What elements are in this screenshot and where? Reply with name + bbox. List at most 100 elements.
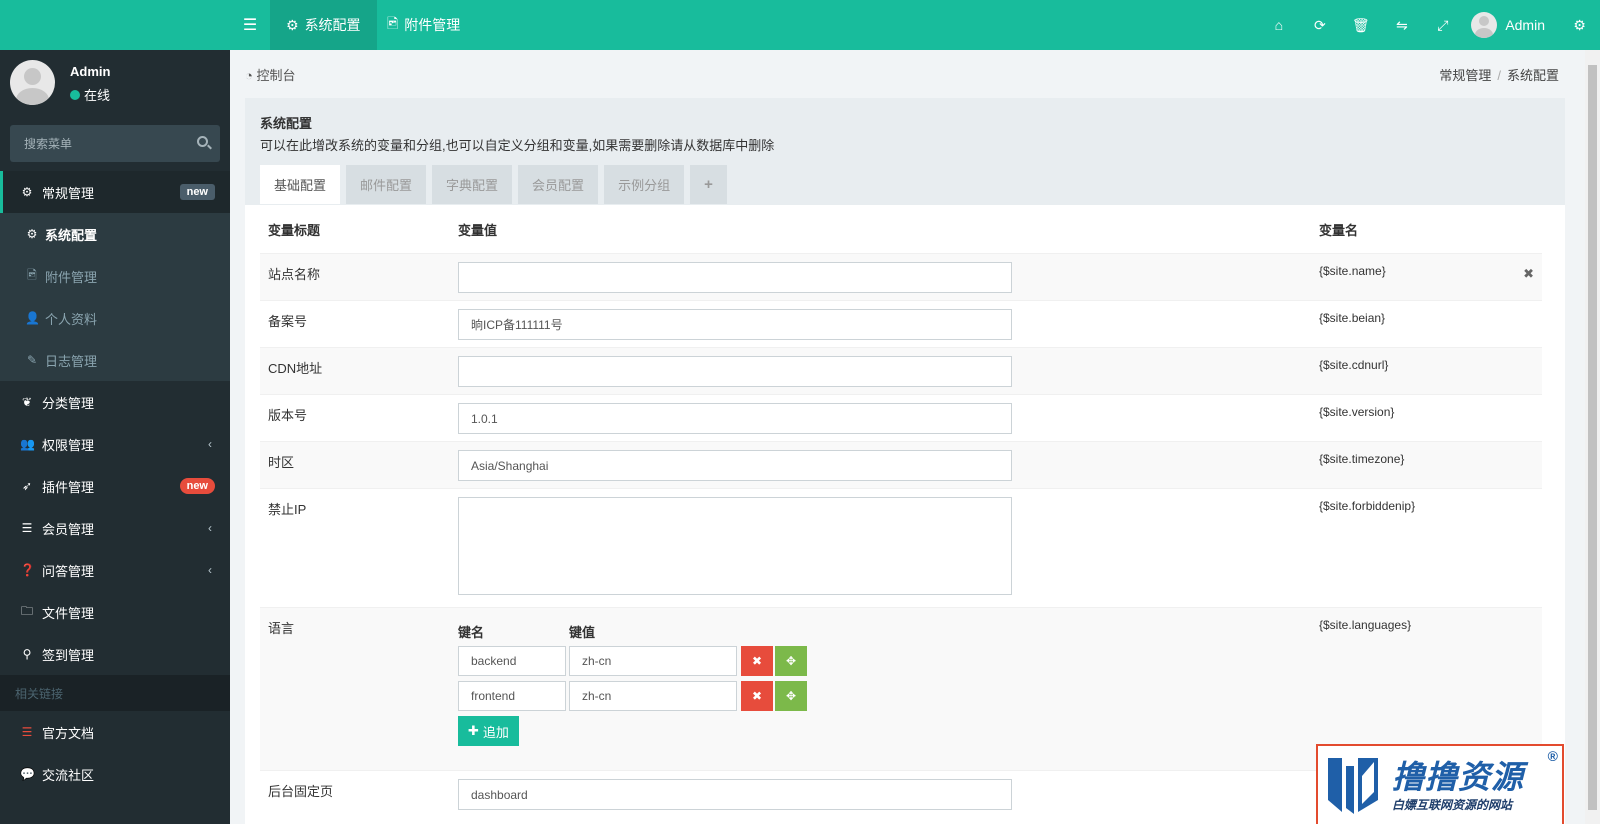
sidebar-item-label: 官方文档 — [42, 725, 95, 741]
sidebar-item-label: 权限管理 — [42, 437, 95, 453]
menu-search-input[interactable] — [10, 125, 180, 162]
sidebar-item-label: 会员管理 — [42, 521, 95, 537]
user-icon: 👤 — [25, 311, 40, 325]
map-marker-icon: ⚲ — [22, 647, 32, 661]
gear-icon: ⚙ — [286, 16, 299, 33]
drag-handle-button[interactable]: ✥ — [775, 681, 807, 711]
config-panel: 系统配置 可以在此增改系统的变量和分组,也可以自定义分组和变量,如果需要删除请从… — [245, 98, 1565, 824]
sidebar-toggle-icon[interactable]: ☰ — [230, 0, 270, 50]
pencil-icon: ✎ — [26, 353, 38, 367]
group-icon: 👥 — [20, 437, 35, 451]
plus-icon: ✚ — [468, 723, 479, 738]
home-icon[interactable]: ⌂ — [1258, 17, 1299, 33]
row-variable: {$site.version} — [1319, 405, 1395, 419]
navbar-right: ⌂ ⟳ 🗑 ⇋ ⤢ Admin ⚙ — [1258, 0, 1600, 50]
fixed-page-input[interactable]: dashboard — [458, 779, 1012, 810]
key-header: 键名 — [458, 625, 485, 640]
cogs-icon: ⚙ — [21, 185, 33, 199]
main-content: ◔ 控制台 常规管理 / 系统配置 系统配置 可以在此增改系统的变量和分组,也可以自… — [230, 50, 1585, 824]
top-navbar: ☰ ⚙ 系统配置 🖻 附件管理 ⌂ ⟳ 🗑 ⇋ ⤢ Admin ⚙ — [230, 0, 1600, 50]
navbar-user-menu[interactable]: Admin — [1463, 12, 1559, 38]
table-row: 站点名称 {$site.name} ✖ — [260, 253, 1542, 300]
folder-icon: 🗀 — [20, 603, 33, 618]
cdn-url-input[interactable] — [458, 356, 1012, 387]
links-header: 相关链接 — [0, 675, 230, 711]
user-status-label: 在线 — [84, 88, 111, 103]
sidebar-item-attachments[interactable]: 🖻 附件管理 — [0, 255, 230, 297]
tab-basic[interactable]: 基础配置 — [260, 165, 341, 204]
table-row: CDN地址 {$site.cdnurl} — [260, 347, 1542, 394]
translate-icon[interactable]: ⇋ — [1381, 17, 1422, 34]
sidebar-item-system-config[interactable]: ⚙ 系统配置 — [0, 213, 230, 255]
table-header: 变量标题 变量值 变量名 — [260, 205, 1542, 253]
table-row: 禁止IP {$site.forbiddenip} — [260, 488, 1542, 607]
timezone-input[interactable]: Asia/Shanghai — [458, 450, 1012, 481]
sidebar-item-general[interactable]: ⚙ 常规管理 new — [0, 171, 230, 213]
online-dot-icon — [70, 89, 80, 100]
remove-pair-button[interactable]: ✖ — [741, 681, 773, 711]
row-variable: {$site.timezone} — [1319, 452, 1405, 466]
brand-logo-area[interactable] — [0, 0, 230, 50]
breadcrumb-item[interactable]: 常规管理 — [1439, 68, 1491, 83]
sidebar-item-files[interactable]: 🗀 文件管理 — [0, 591, 230, 633]
tab-attachments[interactable]: 🖻 附件管理 — [371, 0, 476, 50]
append-pair-button[interactable]: ✚ 追加 — [458, 716, 519, 746]
version-input[interactable]: 1.0.1 — [458, 403, 1012, 434]
tab-dictionary[interactable]: 字典配置 — [432, 165, 513, 204]
row-label: 备案号 — [268, 314, 308, 329]
sidebar-item-profile[interactable]: 👤 个人资料 — [0, 297, 230, 339]
forbidden-ip-textarea[interactable] — [458, 497, 1012, 595]
sidebar-item-qa[interactable]: ❓ 问答管理 ‹ — [0, 549, 230, 591]
value-header: 键值 — [569, 625, 596, 640]
cogs-icon[interactable]: ⚙ — [1559, 17, 1600, 34]
row-label: 后台固定页 — [268, 784, 334, 799]
sidebar-item-label: 签到管理 — [42, 647, 95, 663]
fullscreen-icon[interactable]: ⤢ — [1422, 17, 1463, 34]
page-scrollbar[interactable] — [1585, 50, 1600, 824]
tab-system-config[interactable]: ⚙ 系统配置 — [270, 0, 377, 50]
sidebar-item-auth[interactable]: 👥 权限管理 ‹ — [0, 423, 230, 465]
registered-mark: ® — [1547, 748, 1558, 764]
file-image-icon: 🖻 — [387, 15, 399, 31]
language-key-input[interactable]: frontend — [458, 681, 566, 711]
sidebar-item-docs[interactable]: ☰ 官方文档 — [0, 711, 230, 753]
delete-icon[interactable]: ✖ — [1523, 266, 1534, 282]
breadcrumb-home[interactable]: ◔ 控制台 — [245, 65, 295, 84]
beian-input[interactable]: 晌ICP备111111号 — [458, 309, 1012, 340]
row-label: 禁止IP — [268, 502, 307, 517]
sidebar-item-community[interactable]: 💬 交流社区 — [0, 753, 230, 795]
tab-email[interactable]: 邮件配置 — [346, 165, 427, 204]
row-label: 版本号 — [268, 408, 308, 423]
refresh-icon[interactable]: ⟳ — [1299, 17, 1340, 34]
sidebar-item-logs[interactable]: ✎ 日志管理 — [0, 339, 230, 381]
row-variable: {$site.languages} — [1319, 618, 1412, 632]
user-name: Admin — [70, 64, 111, 79]
column-header: 变量标题 — [268, 222, 321, 238]
leaf-icon: ❦ — [21, 395, 33, 409]
add-tab-button[interactable]: + — [690, 165, 727, 204]
language-value-input[interactable]: zh-cn — [569, 681, 737, 711]
breadcrumb: 常规管理 / 系统配置 — [1439, 68, 1559, 83]
user-avatar — [10, 60, 55, 105]
new-badge: new — [179, 478, 215, 494]
site-name-input[interactable] — [458, 262, 1012, 293]
gear-icon: ⚙ — [26, 227, 38, 241]
row-variable: {$site.forbiddenip} — [1319, 499, 1416, 513]
search-icon[interactable] — [197, 136, 208, 147]
sidebar-item-signin[interactable]: ⚲ 签到管理 — [0, 633, 230, 675]
general-submenu: ⚙ 系统配置 🖻 附件管理 👤 个人资料 ✎ 日志管理 — [0, 213, 230, 381]
language-key-input[interactable]: backend — [458, 646, 566, 676]
navbar-user-name: Admin — [1505, 17, 1545, 33]
tab-example[interactable]: 示例分组 — [604, 165, 685, 204]
drag-handle-button[interactable]: ✥ — [775, 646, 807, 676]
config-table: 变量标题 变量值 变量名 站点名称 {$site.name} ✖ 备案号 晌IC… — [260, 205, 1542, 824]
language-value-input[interactable]: zh-cn — [569, 646, 737, 676]
remove-pair-button[interactable]: ✖ — [741, 646, 773, 676]
sidebar-item-addons[interactable]: ➶ 插件管理 new — [0, 465, 230, 507]
sidebar-item-category[interactable]: ❦ 分类管理 — [0, 381, 230, 423]
row-label: 语言 — [268, 621, 295, 636]
sidebar-item-label: 文件管理 — [42, 605, 95, 621]
sidebar-item-members[interactable]: ☰ 会员管理 ‹ — [0, 507, 230, 549]
trash-icon[interactable]: 🗑 — [1340, 17, 1381, 34]
tab-user[interactable]: 会员配置 — [518, 165, 599, 204]
